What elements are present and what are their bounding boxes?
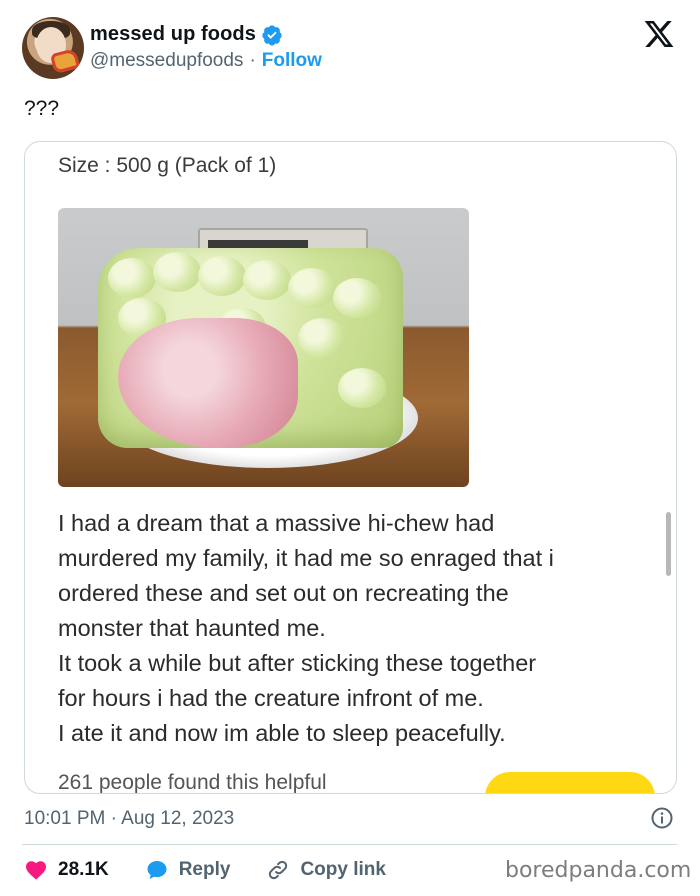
tweet-actions: 28.1K Reply Copy link (24, 856, 422, 884)
like-button[interactable]: 28.1K (24, 858, 109, 882)
helpful-count: 261 people found this helpful (58, 771, 327, 794)
verified-badge-icon (262, 24, 282, 46)
candy-bump (198, 256, 246, 296)
copy-link-label: Copy link (300, 859, 386, 880)
author-avatar[interactable] (22, 17, 84, 79)
candy-bump (243, 260, 291, 300)
link-icon (269, 860, 288, 880)
author-display-name[interactable]: messed up foods (90, 23, 256, 46)
reply-button[interactable]: Reply (145, 858, 231, 882)
review-line: I ate it and now im able to sleep peacef… (58, 720, 506, 746)
review-scrollbar (666, 512, 671, 576)
heart-icon (26, 861, 46, 880)
candy-bump (108, 258, 156, 298)
review-line: for hours i had the creature infront of … (58, 685, 484, 711)
tweet-timestamp[interactable]: 10:01 PM · Aug 12, 2023 (24, 808, 234, 830)
tweet-text: ??? (24, 97, 60, 120)
like-count: 28.1K (58, 859, 109, 880)
author-handle[interactable]: @messedupfoods (90, 50, 243, 72)
helpful-button (485, 772, 655, 793)
review-line: murdered my family, it had me so enraged… (58, 545, 554, 571)
author-handle-row: @messedupfoods · Follow (90, 50, 322, 72)
reply-label: Reply (178, 859, 231, 880)
tweet-media-screenshot[interactable]: Size : 500 g (Pack of 1) I had a dream t… (24, 141, 677, 794)
copy-link-button[interactable]: Copy link (266, 858, 386, 882)
review-text: I had a dream that a massive hi-chew had… (58, 506, 648, 751)
x-logo-icon[interactable] (643, 18, 675, 50)
review-line: ordered these and set out on recreating … (58, 580, 509, 606)
product-size-label: Size : 500 g (Pack of 1) (58, 154, 277, 177)
review-photo (58, 208, 469, 487)
review-line: I had a dream that a massive hi-chew had (58, 510, 495, 536)
review-line: It took a while but after sticking these… (58, 650, 537, 676)
footer-divider (22, 844, 677, 845)
handle-separator: · (249, 50, 256, 71)
candy-bump (333, 278, 381, 318)
boredpanda-watermark: boredpanda.com (505, 858, 692, 883)
candy-bump (298, 318, 346, 358)
candy-bump (338, 368, 386, 408)
reply-bubble-icon (147, 861, 167, 879)
author-name-row: messed up foods (90, 23, 283, 46)
candy-bump (153, 252, 201, 292)
follow-button[interactable]: Follow (262, 50, 322, 72)
review-line: monster that haunted me. (58, 615, 326, 641)
info-icon[interactable] (650, 806, 674, 830)
candy-bump (288, 268, 336, 308)
